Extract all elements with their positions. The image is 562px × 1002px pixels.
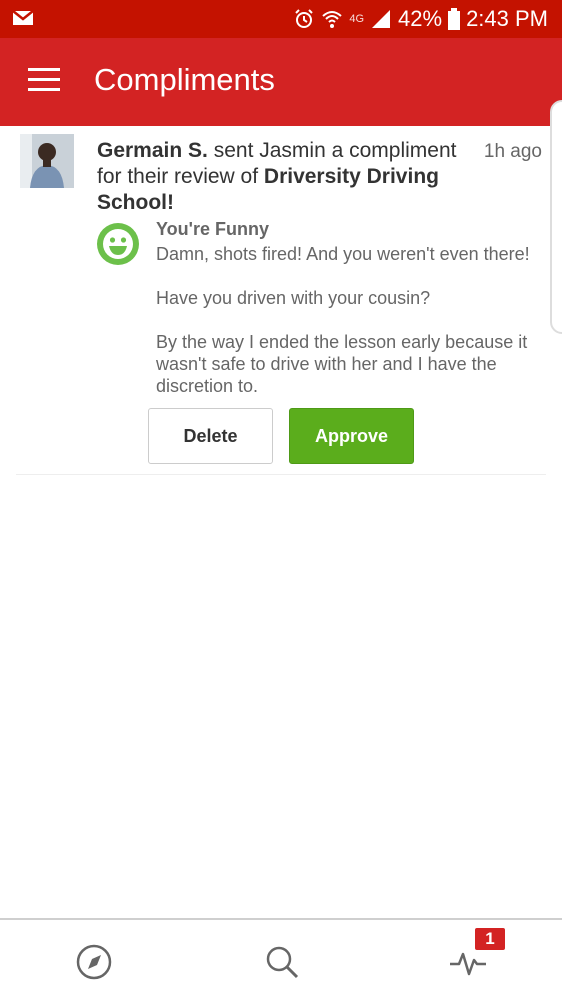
message-line: By the way I ended the lesson early beca… (156, 332, 528, 396)
compliment-type: You're Funny (156, 219, 269, 239)
smiley-face-icon (97, 223, 139, 265)
compass-icon[interactable] (74, 942, 114, 982)
page-title: Compliments (94, 62, 275, 97)
delete-button[interactable]: Delete (148, 408, 273, 464)
wifi-icon (322, 11, 342, 28)
approve-button[interactable]: Approve (289, 408, 414, 464)
battery-icon (448, 8, 461, 30)
mail-notification-icon (12, 10, 34, 25)
status-right: 4G 42% 2:43 PM (293, 0, 548, 38)
signal-icon (372, 10, 391, 28)
avatar[interactable] (20, 134, 74, 188)
battery-percent: 42% (398, 6, 443, 31)
compliment-headline: Germain S. sent Jasmin a compliment for … (97, 138, 477, 216)
status-bar: 4G 42% 2:43 PM (0, 0, 562, 38)
compliment-card: Germain S. sent Jasmin a compliment for … (16, 126, 546, 475)
message-line: Have you driven with your cousin? (156, 288, 431, 308)
notification-badge: 1 (475, 928, 505, 950)
network-type-label: 4G (349, 13, 365, 25)
status-clock: 2:43 PM (466, 6, 548, 31)
search-icon[interactable] (262, 942, 302, 982)
time-ago: 1h ago (483, 141, 542, 162)
bottom-nav: 1 (0, 918, 562, 1002)
message-line: Damn, shots fired! And you weren't even … (156, 244, 530, 264)
sender-name-link[interactable]: Germain S. (97, 139, 208, 162)
compliment-message: Damn, shots fired! And you weren't even … (156, 243, 541, 419)
alarm-icon (295, 9, 314, 28)
edge-panel-handle[interactable] (550, 100, 562, 334)
sender-photo (20, 134, 74, 188)
app-bar: Compliments (0, 38, 562, 126)
menu-icon[interactable] (28, 68, 60, 96)
